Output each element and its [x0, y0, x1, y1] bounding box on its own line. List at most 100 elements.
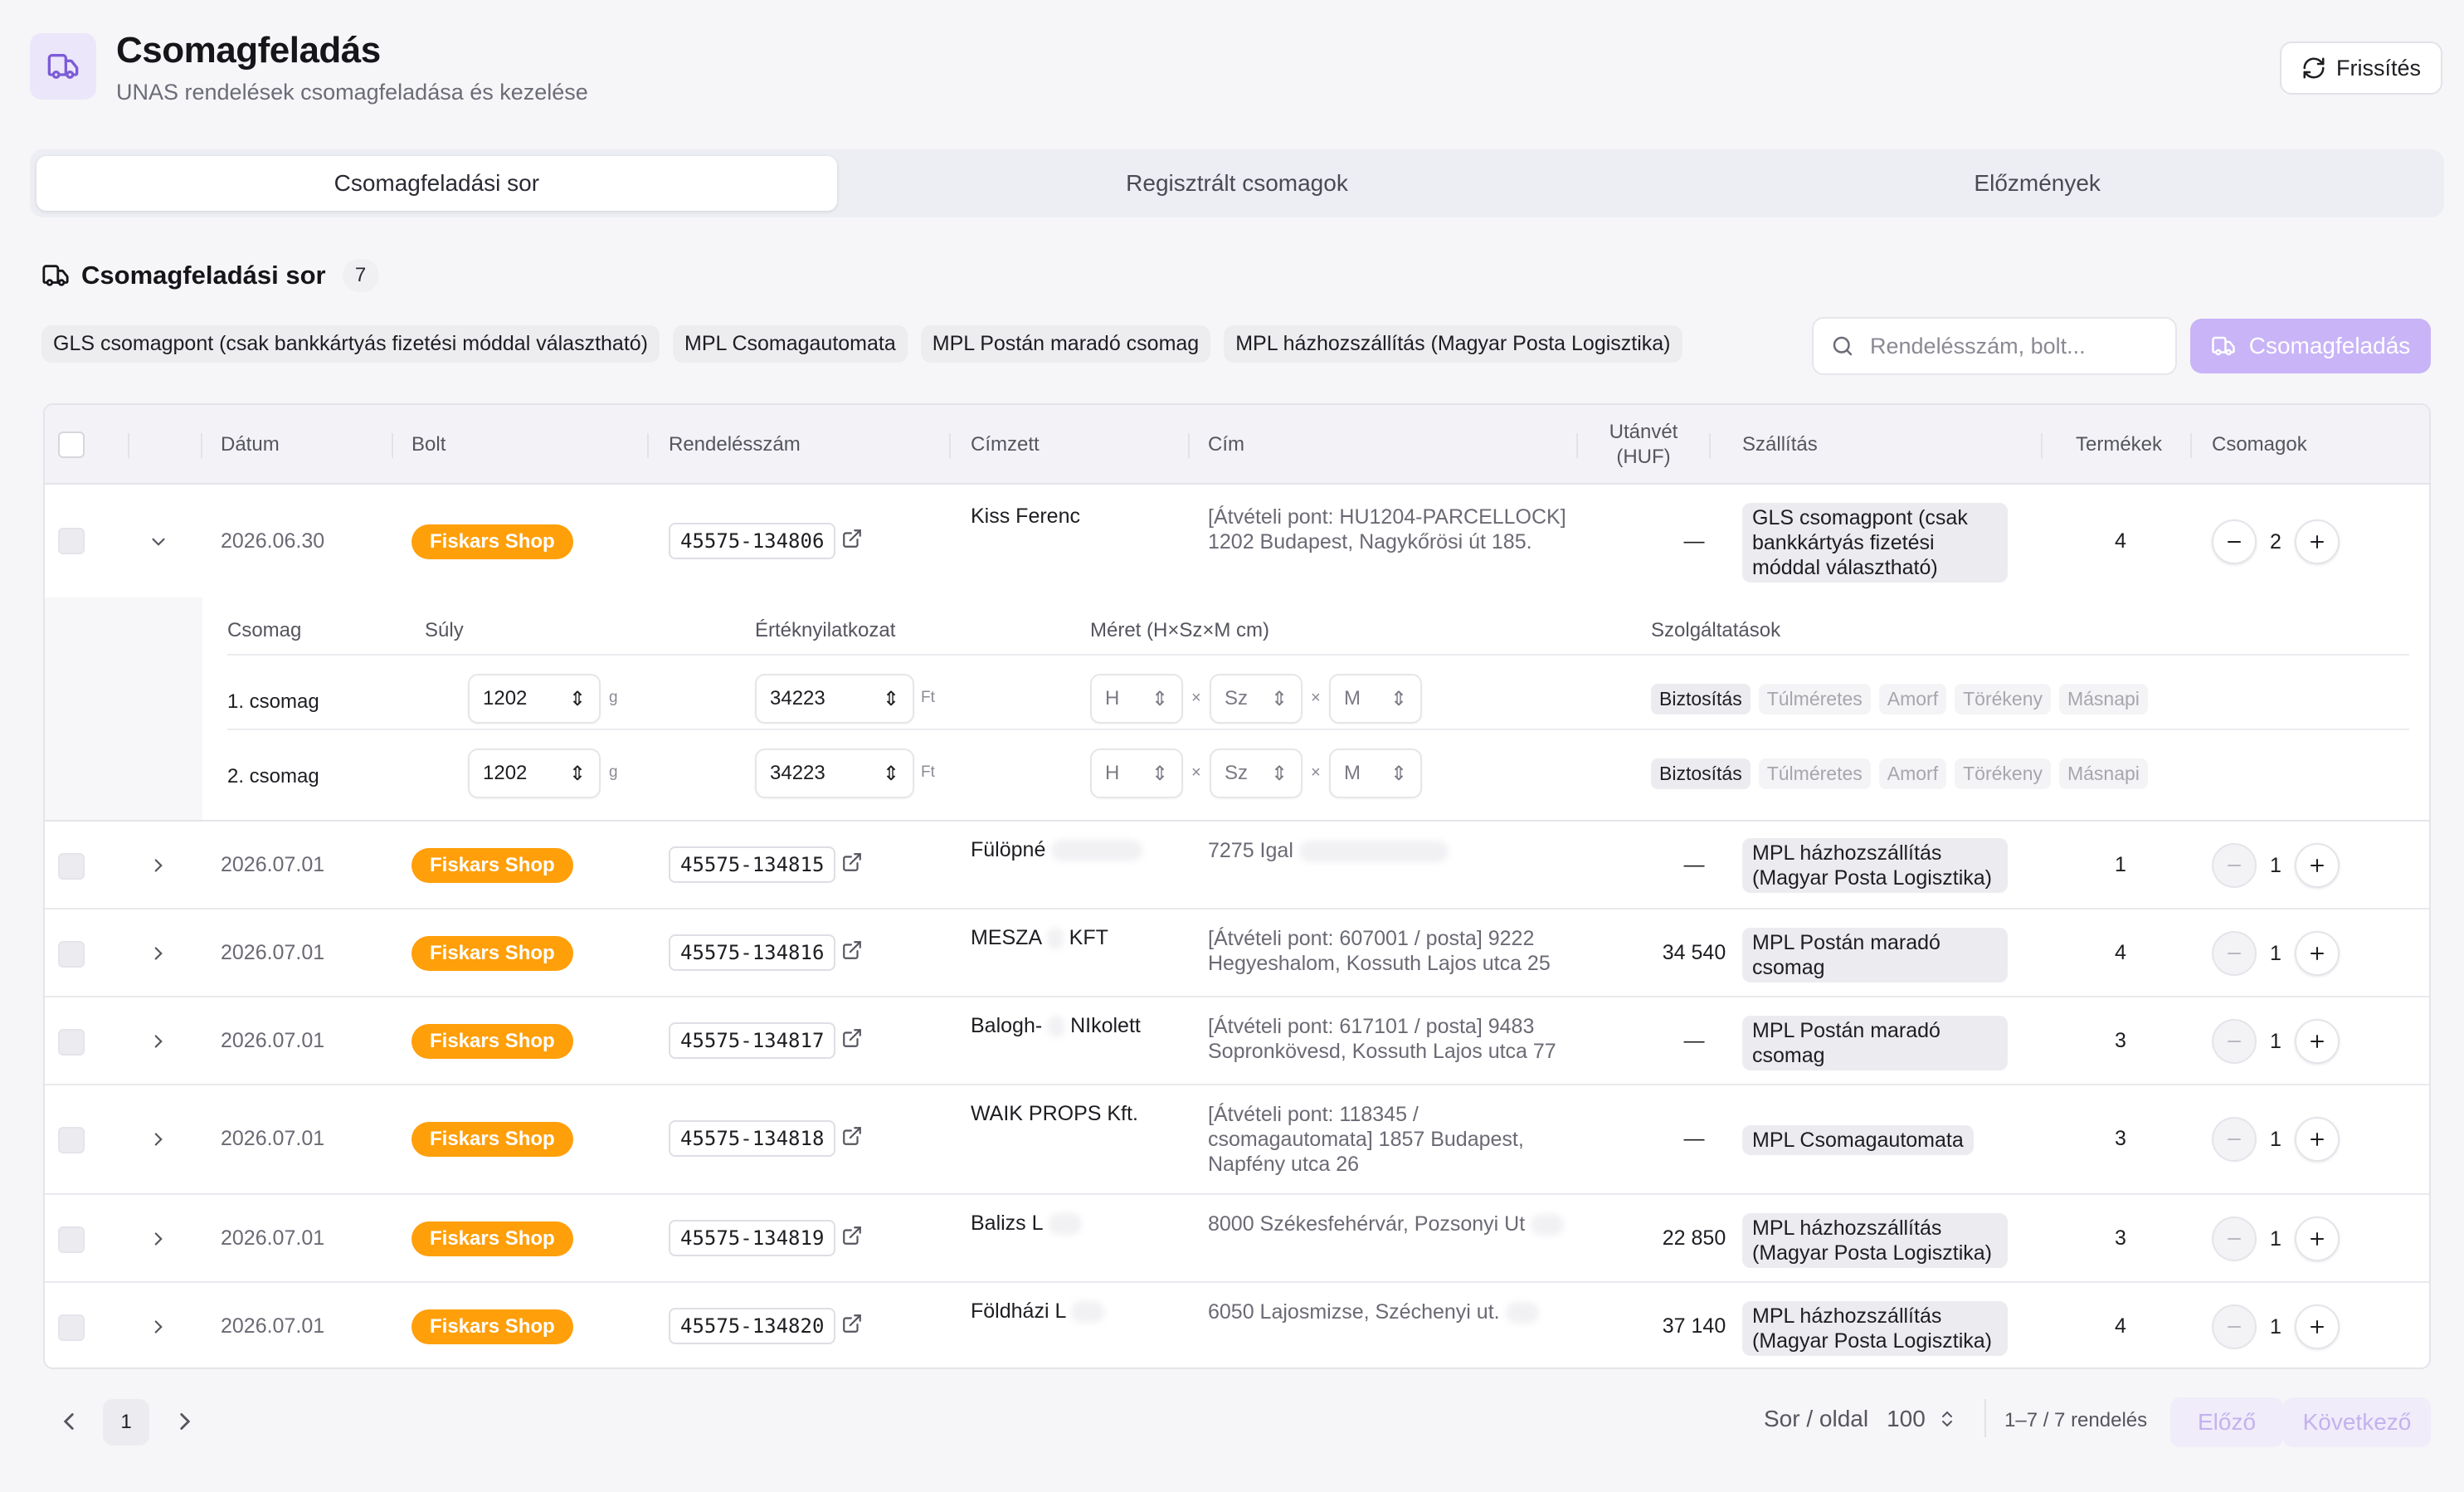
minus-icon[interactable]: [2212, 843, 2257, 888]
table-row[interactable]: 2026.07.01 Fiskars Shop 45575-134818 WAI…: [45, 1085, 2429, 1195]
service-amorphous[interactable]: Amorf: [1878, 758, 1947, 789]
chevron-right-icon[interactable]: [146, 853, 171, 878]
minus-icon[interactable]: [2212, 1019, 2257, 1064]
chevron-right-icon[interactable]: [146, 941, 171, 966]
minus-icon[interactable]: [2212, 1304, 2257, 1349]
plus-icon[interactable]: [2295, 519, 2340, 564]
external-link-icon[interactable]: [841, 1313, 863, 1340]
table-row[interactable]: 2026.07.01 Fiskars Shop 45575-134820 Föl…: [45, 1283, 2429, 1368]
col-products[interactable]: Termékek: [2076, 405, 2162, 485]
external-link-icon[interactable]: [841, 1125, 863, 1153]
col-shipping[interactable]: Szállítás: [1742, 405, 1818, 485]
col-date[interactable]: Dátum: [221, 405, 280, 485]
service-insurance[interactable]: Biztosítás: [1651, 684, 1751, 714]
length-input[interactable]: H ⇕: [1090, 748, 1183, 798]
row-checkbox[interactable]: [58, 528, 85, 554]
external-link-icon[interactable]: [841, 1225, 863, 1252]
external-link-icon[interactable]: [841, 939, 863, 967]
minus-icon[interactable]: [2212, 931, 2257, 976]
tab-queue[interactable]: Csomagfeladási sor: [37, 156, 837, 211]
height-input[interactable]: M ⇕: [1329, 748, 1422, 798]
col-order[interactable]: Rendelésszám: [669, 405, 801, 485]
package-stepper[interactable]: 1: [2212, 1019, 2340, 1064]
row-date: 2026.06.30: [221, 529, 325, 553]
package-stepper[interactable]: 1: [2212, 1117, 2340, 1162]
table-row[interactable]: 2026.07.01 Fiskars Shop 45575-134819 Bal…: [45, 1195, 2429, 1283]
ship-button[interactable]: Csomagfeladás: [2190, 319, 2431, 373]
package-stepper[interactable]: 2: [2212, 519, 2340, 564]
service-amorphous[interactable]: Amorf: [1878, 684, 1947, 714]
table-row[interactable]: 2026.07.01 Fiskars Shop 45575-134815 Fül…: [45, 822, 2429, 909]
tab-registered[interactable]: Regisztrált csomagok: [837, 156, 1638, 211]
row-checkbox[interactable]: [58, 1127, 85, 1153]
width-input[interactable]: Sz ⇕: [1210, 674, 1303, 724]
minus-icon[interactable]: [2212, 1117, 2257, 1162]
package-stepper[interactable]: 1: [2212, 843, 2340, 888]
row-checkbox[interactable]: [58, 1226, 85, 1253]
package-stepper[interactable]: 1: [2212, 1217, 2340, 1261]
table-row[interactable]: 2026.07.01 Fiskars Shop 45575-134816 MES…: [45, 909, 2429, 997]
service-oversize[interactable]: Túlméretes: [1758, 758, 1871, 789]
filter-chip-mpl-hazhoz[interactable]: MPL házhozszállítás (Magyar Posta Logisz…: [1224, 325, 1682, 363]
external-link-icon[interactable]: [841, 528, 863, 555]
chevron-right-icon[interactable]: [146, 1226, 171, 1251]
weight-input[interactable]: 1202 ⇕: [468, 748, 601, 798]
package-stepper[interactable]: 1: [2212, 1304, 2340, 1349]
row-checkbox[interactable]: [58, 853, 85, 880]
service-insurance[interactable]: Biztosítás: [1651, 758, 1751, 789]
chevron-right-icon[interactable]: [146, 1127, 171, 1152]
plus-icon[interactable]: [2295, 931, 2340, 976]
col-cod[interactable]: Utánvét (HUF): [1590, 405, 1697, 485]
row-checkbox[interactable]: [58, 1314, 85, 1341]
tab-history[interactable]: Előzmények: [1637, 156, 2437, 211]
weight-input[interactable]: 1202 ⇕: [468, 674, 601, 724]
refresh-button[interactable]: Frissítés: [2280, 41, 2442, 95]
service-next-day[interactable]: Másnapi: [2058, 758, 2148, 789]
service-fragile[interactable]: Törékeny: [1955, 758, 2051, 789]
filter-chip-mpl-postan[interactable]: MPL Postán maradó csomag: [920, 325, 1211, 363]
external-link-icon[interactable]: [841, 1027, 863, 1055]
package-stepper[interactable]: 1: [2212, 931, 2340, 976]
plus-icon[interactable]: [2295, 1019, 2340, 1064]
table-row[interactable]: 2026.07.01 Fiskars Shop 45575-134817 Bal…: [45, 997, 2429, 1085]
plus-icon[interactable]: [2295, 1304, 2340, 1349]
chevron-right-icon[interactable]: [146, 1029, 171, 1054]
previous-button[interactable]: Előző: [2170, 1397, 2283, 1447]
package-label: 1. csomag: [227, 690, 319, 713]
width-input[interactable]: Sz ⇕: [1210, 748, 1303, 798]
plus-icon[interactable]: [2295, 1217, 2340, 1261]
chevron-down-icon[interactable]: [146, 529, 171, 554]
col-packages[interactable]: Csomagok: [2212, 405, 2307, 485]
value-input[interactable]: 34223 ⇕: [755, 674, 914, 724]
recipient-name: Fülöpné: [971, 838, 1143, 862]
chevron-left-icon[interactable]: [55, 1407, 83, 1440]
minus-icon[interactable]: [2212, 519, 2257, 564]
minus-icon[interactable]: [2212, 1217, 2257, 1261]
col-recipient[interactable]: Címzett: [971, 405, 1040, 485]
filter-chip-gls[interactable]: GLS csomagpont (csak bankkártyás fizetés…: [41, 325, 660, 363]
services-row: Biztosítás Túlméretes Amorf Törékeny Más…: [1651, 758, 2148, 789]
search-input[interactable]: [1870, 333, 2152, 359]
next-button[interactable]: Következő: [2283, 1397, 2431, 1447]
length-input[interactable]: H ⇕: [1090, 674, 1183, 724]
col-address[interactable]: Cím: [1208, 405, 1244, 485]
select-all-checkbox[interactable]: [58, 432, 85, 458]
plus-icon[interactable]: [2295, 1117, 2340, 1162]
plus-icon[interactable]: [2295, 843, 2340, 888]
col-shop[interactable]: Bolt: [411, 405, 446, 485]
value-input[interactable]: 34223 ⇕: [755, 748, 914, 798]
service-next-day[interactable]: Másnapi: [2058, 684, 2148, 714]
chevron-right-icon[interactable]: [146, 1314, 171, 1339]
rows-per-page: Sor / oldal 100: [1764, 1406, 1957, 1432]
rows-per-page-select[interactable]: 100: [1887, 1406, 1957, 1432]
page-number-button[interactable]: 1: [103, 1399, 149, 1446]
chevron-right-icon[interactable]: [171, 1407, 199, 1440]
height-input[interactable]: M ⇕: [1329, 674, 1422, 724]
table-row[interactable]: 2026.06.30 Fiskars Shop 45575-134806 Kis…: [45, 485, 2429, 597]
row-checkbox[interactable]: [58, 1029, 85, 1056]
service-fragile[interactable]: Törékeny: [1955, 684, 2051, 714]
filter-chip-mpl-automata[interactable]: MPL Csomagautomata: [673, 325, 908, 363]
row-checkbox[interactable]: [58, 941, 85, 968]
service-oversize[interactable]: Túlméretes: [1758, 684, 1871, 714]
external-link-icon[interactable]: [841, 851, 863, 879]
